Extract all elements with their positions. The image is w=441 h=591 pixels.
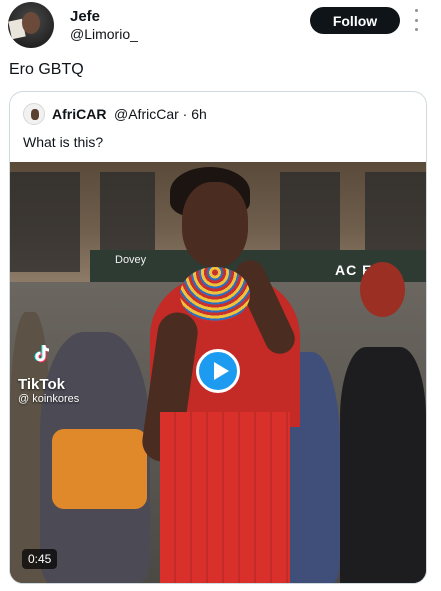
author-avatar[interactable] [8,2,54,48]
crowd-person-right [340,347,426,583]
video-shop-text: Dovey [115,254,147,266]
quoted-author-meta[interactable]: @AfricCar · 6h [114,106,207,122]
tiktok-username: @ koinkores [18,393,80,405]
orange-handbag [52,429,147,509]
play-icon[interactable] [196,349,240,393]
tweet-text: Ero GBTQ [9,61,84,78]
video-duration: 0:45 [22,549,58,569]
red-shuka-robe [160,412,290,583]
author-handle[interactable]: @Limorio_ [70,26,138,42]
follow-button[interactable]: Follow [310,7,400,34]
main-person-head [182,182,248,267]
quoted-author-name[interactable]: AfriCAR [52,106,106,122]
quoted-tweet-text: What is this? [23,134,104,150]
avatar-face [22,12,40,34]
quoted-author-avatar[interactable] [23,103,45,125]
video-window [10,172,80,272]
tiktok-logo-icon [34,344,50,363]
author-name[interactable]: Jefe [70,8,100,25]
crowd-hair-right [360,262,405,317]
more-vertical-icon[interactable] [413,9,419,31]
beaded-necklace [180,267,250,322]
tiktok-watermark: TikTok [18,376,65,393]
quoted-tweet-card[interactable]: AfriCAR @AfricCar · 6h What is this? Dov… [9,91,427,584]
video-player[interactable]: Dovey AC EC TikTok @ koinkores 0:45 [10,162,426,583]
